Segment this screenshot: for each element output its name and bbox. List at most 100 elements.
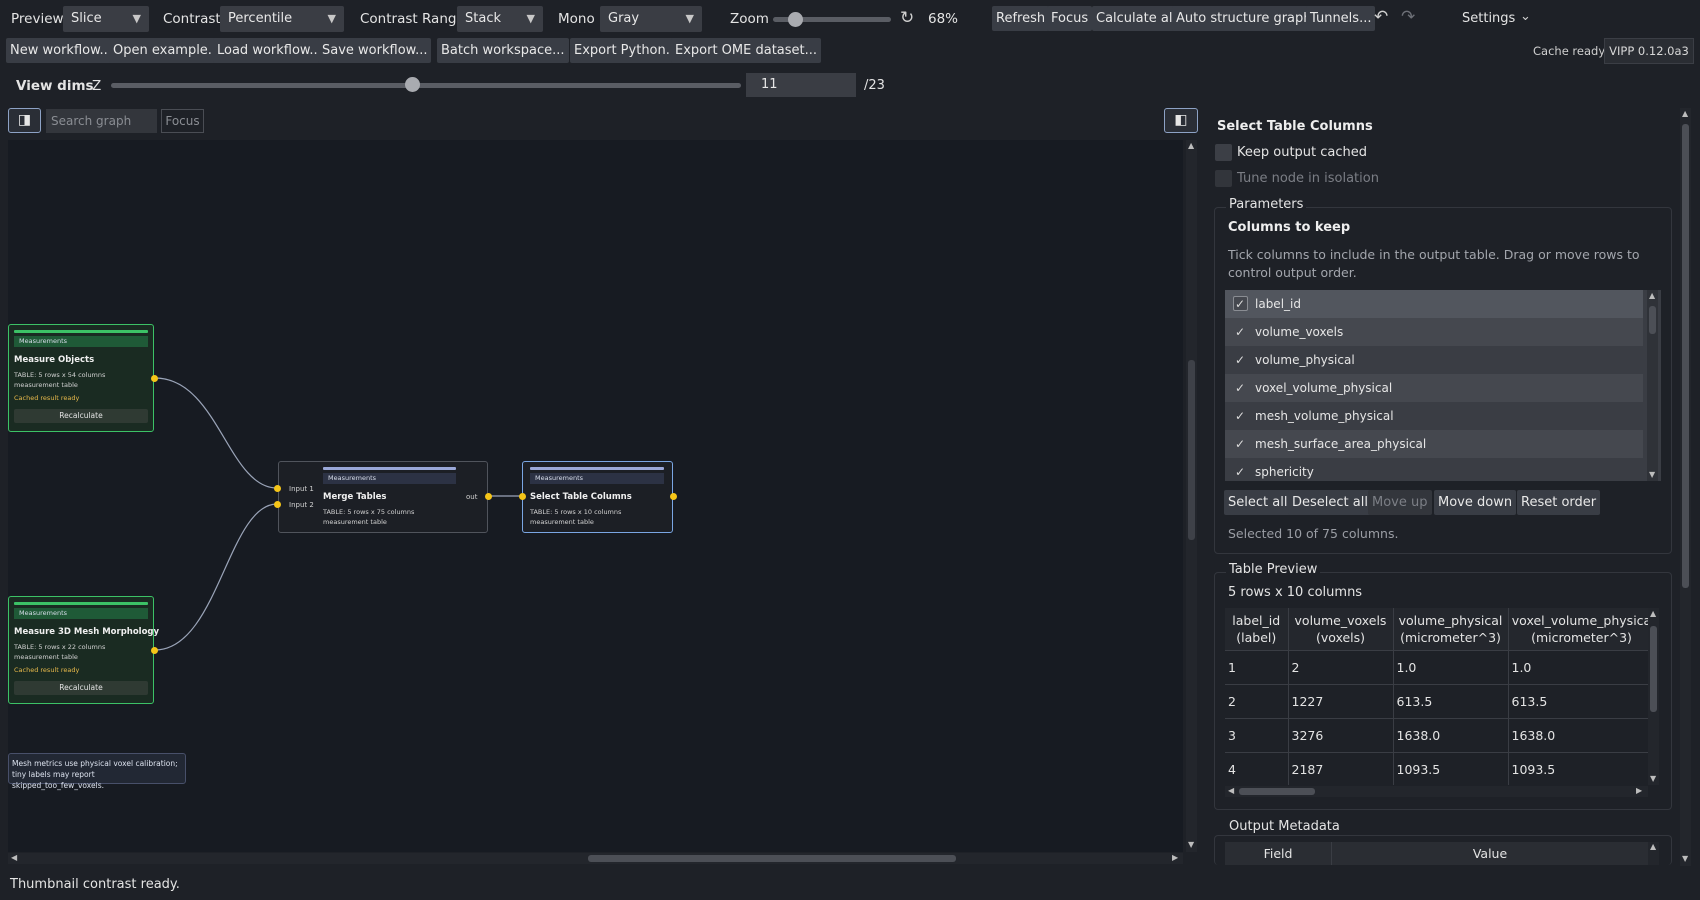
metadata-value-header[interactable]: Value [1332,842,1648,865]
input-port[interactable] [519,493,526,500]
scroll-up-icon[interactable]: ▲ [1649,291,1655,300]
column-row-mesh-surface-area-physical[interactable]: ✓ mesh_surface_area_physical [1225,430,1643,458]
move-up-button[interactable]: Move up [1368,490,1432,515]
open-example-button[interactable]: Open example... [109,38,225,63]
tunnels-button[interactable]: Tunnels... [1306,6,1376,31]
zoom-slider-handle[interactable] [788,12,803,27]
move-down-button[interactable]: Move down [1434,490,1517,515]
save-workflow-button[interactable]: Save workflow... [318,38,432,63]
scroll-thumb[interactable] [1650,626,1657,712]
column-row-label-id[interactable]: ✓ label_id [1225,290,1643,318]
load-workflow-button[interactable]: Load workflow... [213,38,326,63]
scroll-thumb[interactable] [1239,788,1315,795]
scroll-thumb[interactable] [588,855,956,862]
graph-search-input[interactable]: Search graph [46,109,157,133]
node-measure-objects[interactable]: Measurements Measure Objects TABLE: 5 ro… [8,324,154,432]
tune-isolation-checkbox[interactable] [1215,170,1232,187]
scroll-up-icon[interactable]: ▲ [1650,842,1656,851]
check-icon[interactable]: ✓ [1235,458,1249,481]
scroll-up-icon[interactable]: ▲ [1682,109,1688,118]
scroll-left-icon[interactable]: ◀ [11,853,17,862]
column-row-voxel-volume-physical[interactable]: ✓ voxel_volume_physical [1225,374,1643,402]
column-row-sphericity[interactable]: ✓ sphericity [1225,458,1643,481]
table-header[interactable]: label_id (label) [1225,608,1289,651]
graph-horizontal-scrollbar[interactable]: ◀ ▶ [8,853,1183,864]
scroll-up-icon[interactable]: ▲ [1188,141,1194,150]
scroll-right-icon[interactable]: ▶ [1172,853,1178,862]
check-icon[interactable]: ✓ [1235,318,1249,346]
deselect-all-button[interactable]: Deselect all [1288,490,1372,515]
scroll-thumb[interactable] [1682,124,1689,588]
scroll-thumb[interactable] [1649,306,1656,334]
preview-table-viewport[interactable]: label_id (label) volume_voxels (voxels) vo… [1225,608,1648,785]
table-header[interactable]: volume_physical (micrometer^3) [1393,608,1509,651]
scroll-down-icon[interactable]: ▼ [1188,840,1194,849]
check-icon[interactable]: ✓ [1235,430,1249,458]
scroll-down-icon[interactable]: ▼ [1682,854,1688,863]
graph-vertical-scrollbar[interactable]: ▲ ▼ [1186,140,1197,852]
metadata-field-header[interactable]: Field [1225,842,1332,865]
export-python-button[interactable]: Export Python... [570,38,683,63]
input-port[interactable] [274,501,281,508]
scroll-left-icon[interactable]: ◀ [1228,786,1234,795]
node-merge-tables[interactable]: Measurements Merge Tables TABLE: 5 rows … [278,461,488,533]
column-row-volume-voxels[interactable]: ✓ volume_voxels [1225,318,1643,346]
node-select-table-columns[interactable]: Measurements Select Table Columns TABLE:… [522,461,673,533]
preview-select[interactable]: Slice ▼ [63,6,149,32]
mono-select[interactable]: Gray ▼ [600,6,702,32]
batch-workspace-button[interactable]: Batch workspace... [437,38,569,63]
metadata-scrollbar[interactable]: ▲ [1648,842,1659,865]
column-row-mesh-volume-physical[interactable]: ✓ mesh_volume_physical [1225,402,1643,430]
settings-menu[interactable]: Settings [1462,11,1515,26]
scroll-down-icon[interactable]: ▼ [1649,470,1655,479]
focus-button[interactable]: Focus [1047,6,1093,31]
check-icon[interactable]: ✓ [1235,402,1249,430]
scroll-right-icon[interactable]: ▶ [1636,786,1642,795]
recalculate-button[interactable]: Recalculate [14,409,148,423]
check-icon[interactable]: ✓ [1235,374,1249,402]
select-all-button[interactable]: Select all [1224,490,1292,515]
toggle-left-sidebar-icon[interactable]: ◨ [8,108,41,133]
table-header[interactable]: voxel_volume_physica (micrometer^3) [1508,608,1648,651]
output-port[interactable] [485,493,492,500]
table-row[interactable]: 3 3276 1638.0 1638.0 [1225,718,1648,753]
z-slider-handle[interactable] [405,77,421,92]
contrast-range-select[interactable]: Stack ▼ [457,6,543,32]
reset-order-button[interactable]: Reset order [1517,490,1601,515]
panel-scrollbar[interactable]: ▲ ▼ [1680,108,1691,866]
columns-list-scrollbar[interactable]: ▲ ▼ [1647,290,1658,481]
scroll-up-icon[interactable]: ▲ [1650,609,1656,618]
contrast-select[interactable]: Percentile ▼ [220,6,344,32]
graph-focus-button[interactable]: Focus [161,109,204,133]
output-port[interactable] [151,647,158,654]
preview-table-vscrollbar[interactable]: ▲ ▼ [1648,608,1659,785]
output-port[interactable] [151,375,158,382]
table-row[interactable]: 2 1227 613.5 613.5 [1225,684,1648,719]
auto-structure-graph-button[interactable]: Auto structure graph [1172,6,1316,31]
scroll-down-icon[interactable]: ▼ [1650,774,1656,783]
column-row-volume-physical[interactable]: ✓ volume_physical [1225,346,1643,374]
undo-icon[interactable]: ↶ [1374,7,1388,27]
output-port[interactable] [670,493,677,500]
toggle-right-sidebar-icon[interactable]: ◧ [1164,108,1198,133]
node-measure-3d-mesh-morphology[interactable]: Measurements Measure 3D Mesh Morphology … [8,596,159,704]
z-value-input[interactable]: 11 [746,73,856,97]
recalculate-button[interactable]: Recalculate [14,681,148,695]
table-row[interactable]: 1 2 1.0 1.0 [1225,650,1648,685]
calculate-all-button[interactable]: Calculate all [1092,6,1181,31]
input-port[interactable] [274,485,281,492]
reset-zoom-icon[interactable]: ↻ [900,8,914,28]
z-slider[interactable] [111,83,741,88]
table-row[interactable]: 4 2187 1093.5 1093.5 [1225,752,1648,785]
columns-list[interactable]: ✓ label_id ✓ volume_voxels ✓ volume_phys… [1225,290,1661,481]
chevron-down-icon[interactable]: ⌄ [1520,9,1531,24]
keep-cached-checkbox[interactable] [1215,144,1232,161]
new-workflow-button[interactable]: New workflow... [6,38,116,63]
preview-table-hscrollbar[interactable]: ◀ ▶ [1225,786,1648,797]
table-header[interactable]: volume_voxels (voxels) [1288,608,1394,651]
redo-icon[interactable]: ↷ [1401,7,1415,27]
export-ome-button[interactable]: Export OME dataset... [671,38,822,63]
refresh-button[interactable]: Refresh [992,6,1050,31]
check-icon[interactable]: ✓ [1235,346,1249,374]
graph-canvas[interactable]: Measurements Measure Objects TABLE: 5 ro… [8,140,1183,852]
